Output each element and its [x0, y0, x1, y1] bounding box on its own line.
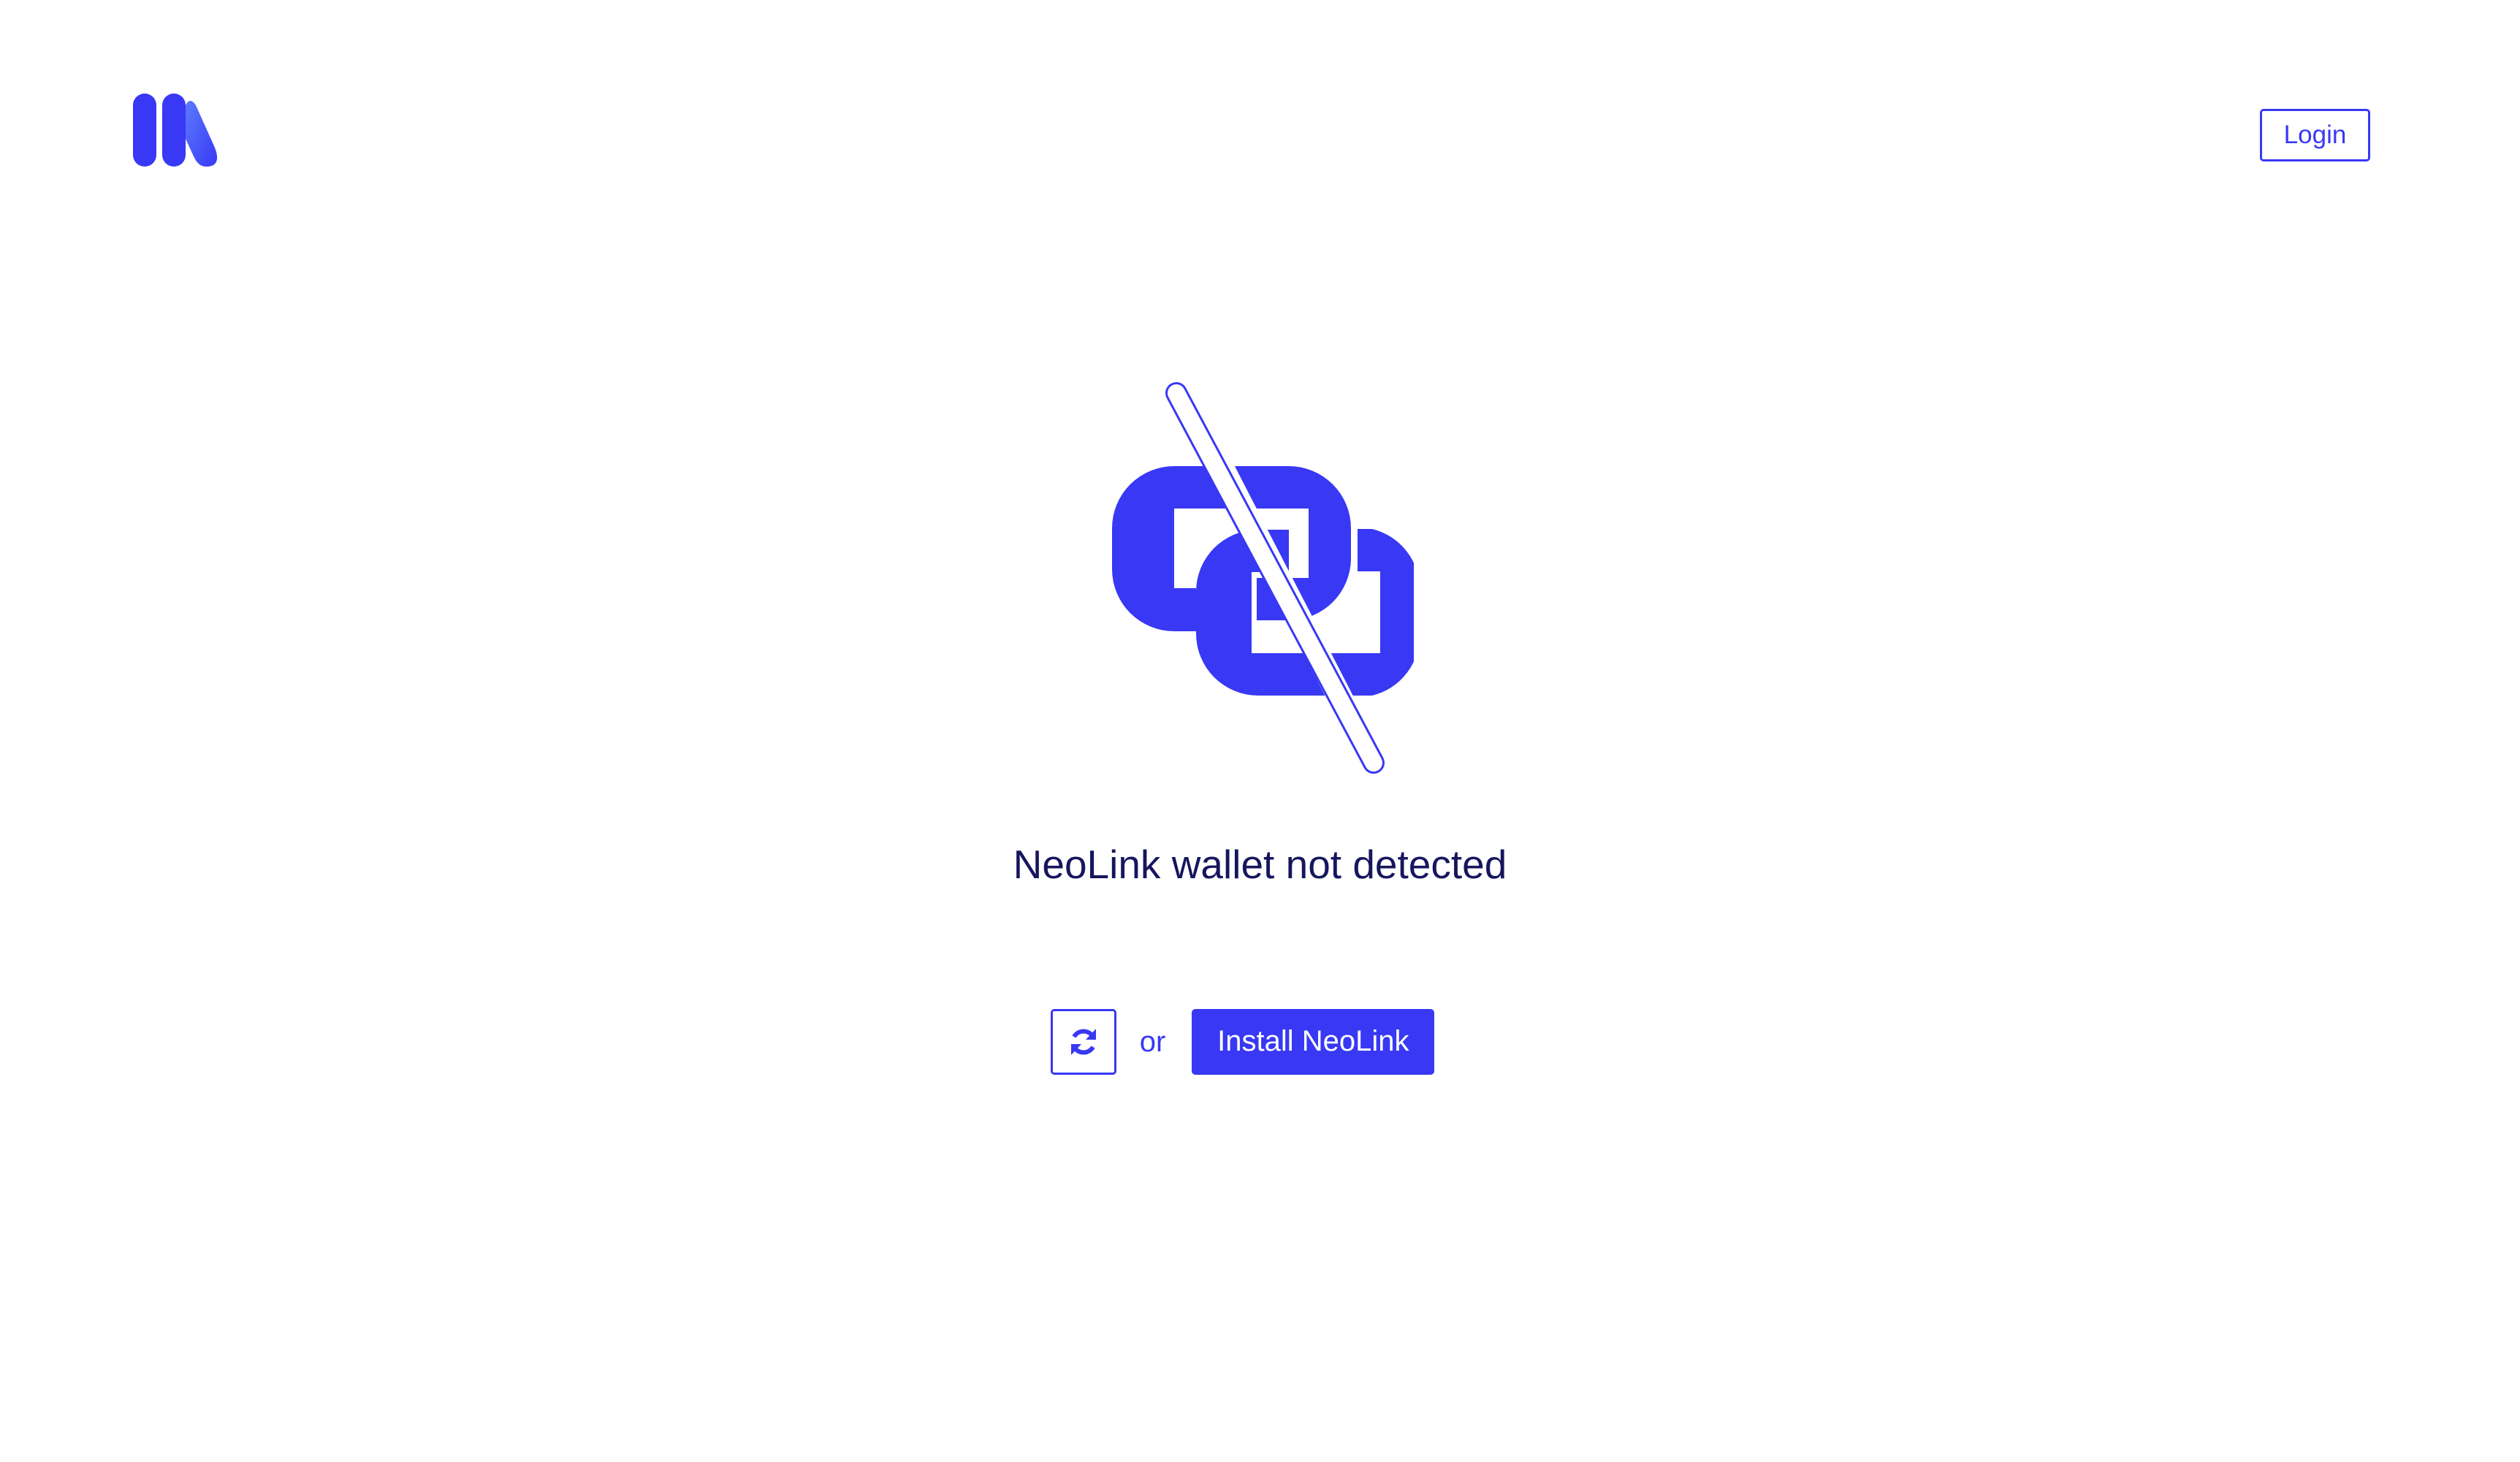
- broken-link-illustration: [1107, 368, 1420, 775]
- login-button[interactable]: Login: [2260, 109, 2370, 161]
- broken-link-icon: [1112, 368, 1420, 775]
- action-row: or Install NeoLink: [0, 1008, 2520, 1075]
- refresh-icon: [1070, 1028, 1096, 1055]
- install-neolink-button[interactable]: Install NeoLink: [1192, 1008, 1435, 1075]
- status-title: NeoLink wallet not detected: [1013, 842, 1507, 887]
- refresh-button[interactable]: [1050, 1008, 1116, 1075]
- brand-logo-icon: [133, 94, 218, 167]
- brand-logo[interactable]: [133, 94, 218, 167]
- or-separator: or: [1139, 1025, 1166, 1058]
